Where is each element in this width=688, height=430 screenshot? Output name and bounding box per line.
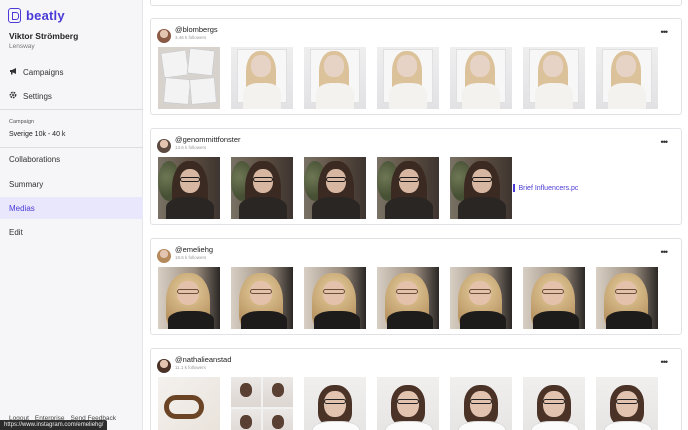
file-marker-icon <box>513 184 515 192</box>
more-options-icon[interactable]: ••• <box>661 358 669 367</box>
campaign-name[interactable]: Sverige 10k - 40 k <box>9 131 65 138</box>
brief-file-link[interactable]: Brief Influencers.pc <box>513 184 578 192</box>
media-thumbnail[interactable] <box>158 267 220 329</box>
media-thumbnail[interactable] <box>231 157 293 219</box>
avatar[interactable] <box>157 29 171 43</box>
media-thumbnail[interactable] <box>304 267 366 329</box>
influencer-card: @genommittfonster 13.6 k followers ••• Brie… <box>150 128 682 225</box>
influencer-card: @emeliehg 18.6 k followers ••• <box>150 238 682 335</box>
megaphone-icon <box>9 67 17 77</box>
avatar[interactable] <box>157 359 171 373</box>
media-list: @blombergs 3.46 k followers ••• @genommittf… <box>143 0 688 430</box>
influencer-handle[interactable]: @genommittfonster <box>175 135 241 144</box>
brand-logo[interactable]: beatly <box>8 8 65 23</box>
influencer-card: @nathalieanstad 11.1 k followers ••• <box>150 348 682 430</box>
user-company: Lensway <box>9 43 35 50</box>
brand-name: beatly <box>26 8 65 23</box>
user-name: Viktor Strömberg <box>9 31 79 41</box>
media-thumbnail[interactable] <box>450 47 512 109</box>
media-thumbnail[interactable] <box>377 377 439 430</box>
influencer-card: @blombergs 3.46 k followers ••• <box>150 18 682 115</box>
nav-medias[interactable]: Medias <box>0 197 143 219</box>
media-thumbnail[interactable] <box>231 377 293 430</box>
beatly-logo-icon <box>8 8 21 23</box>
brief-file-label: Brief Influencers.pc <box>518 184 579 192</box>
media-thumbnail[interactable] <box>596 47 658 109</box>
sidebar: beatly Viktor Strömberg Lensway Campaign… <box>0 0 143 430</box>
media-thumbnail[interactable] <box>450 377 512 430</box>
gear-icon <box>9 91 17 101</box>
media-thumbnail[interactable] <box>158 47 220 109</box>
nav-label: Settings <box>23 91 52 101</box>
nav-label: Medias <box>9 203 35 213</box>
more-options-icon[interactable]: ••• <box>661 138 669 147</box>
media-thumbnails <box>158 47 658 109</box>
media-thumbnail[interactable] <box>304 377 366 430</box>
media-thumbnail[interactable] <box>596 377 658 430</box>
media-thumbnail[interactable] <box>450 267 512 329</box>
nav-label: Edit <box>9 227 23 237</box>
status-bar-url: https://www.instagram.com/emeliehg/ <box>0 420 108 430</box>
follower-count: 13.6 k followers <box>175 145 207 150</box>
media-thumbnail[interactable] <box>304 157 366 219</box>
avatar[interactable] <box>157 249 171 263</box>
nav-label: Collaborations <box>9 154 61 164</box>
media-thumbnails <box>158 267 658 329</box>
media-thumbnail[interactable] <box>523 377 585 430</box>
avatar[interactable] <box>157 139 171 153</box>
follower-count: 11.1 k followers <box>175 365 206 370</box>
media-thumbnails <box>158 377 658 430</box>
nav-label: Campaigns <box>23 67 64 77</box>
nav-settings[interactable]: Settings <box>0 85 143 107</box>
follower-count: 3.46 k followers <box>175 35 207 40</box>
influencer-handle[interactable]: @blombergs <box>175 25 218 34</box>
influencer-handle[interactable]: @emeliehg <box>175 245 213 254</box>
media-thumbnail[interactable] <box>450 157 512 219</box>
media-thumbnail[interactable] <box>523 47 585 109</box>
nav-summary[interactable]: Summary <box>0 173 143 195</box>
media-thumbnail[interactable] <box>231 267 293 329</box>
media-thumbnails <box>158 157 512 219</box>
previous-card-edge <box>150 0 682 6</box>
campaign-label: Campaign <box>9 119 35 125</box>
influencer-handle[interactable]: @nathalieanstad <box>175 355 231 364</box>
media-thumbnail[interactable] <box>523 267 585 329</box>
media-thumbnail[interactable] <box>158 377 220 430</box>
media-thumbnail[interactable] <box>377 47 439 109</box>
media-thumbnail[interactable] <box>231 47 293 109</box>
media-thumbnail[interactable] <box>377 267 439 329</box>
sidebar-divider <box>0 109 143 110</box>
media-thumbnail[interactable] <box>158 157 220 219</box>
media-thumbnail[interactable] <box>304 47 366 109</box>
more-options-icon[interactable]: ••• <box>661 28 669 37</box>
nav-collaborations[interactable]: Collaborations <box>0 148 143 170</box>
nav-edit[interactable]: Edit <box>0 221 143 243</box>
media-thumbnail[interactable] <box>377 157 439 219</box>
nav-label: Summary <box>9 179 44 189</box>
nav-campaigns[interactable]: Campaigns <box>0 61 143 83</box>
media-thumbnail[interactable] <box>596 267 658 329</box>
more-options-icon[interactable]: ••• <box>661 248 669 257</box>
follower-count: 18.6 k followers <box>175 255 207 260</box>
